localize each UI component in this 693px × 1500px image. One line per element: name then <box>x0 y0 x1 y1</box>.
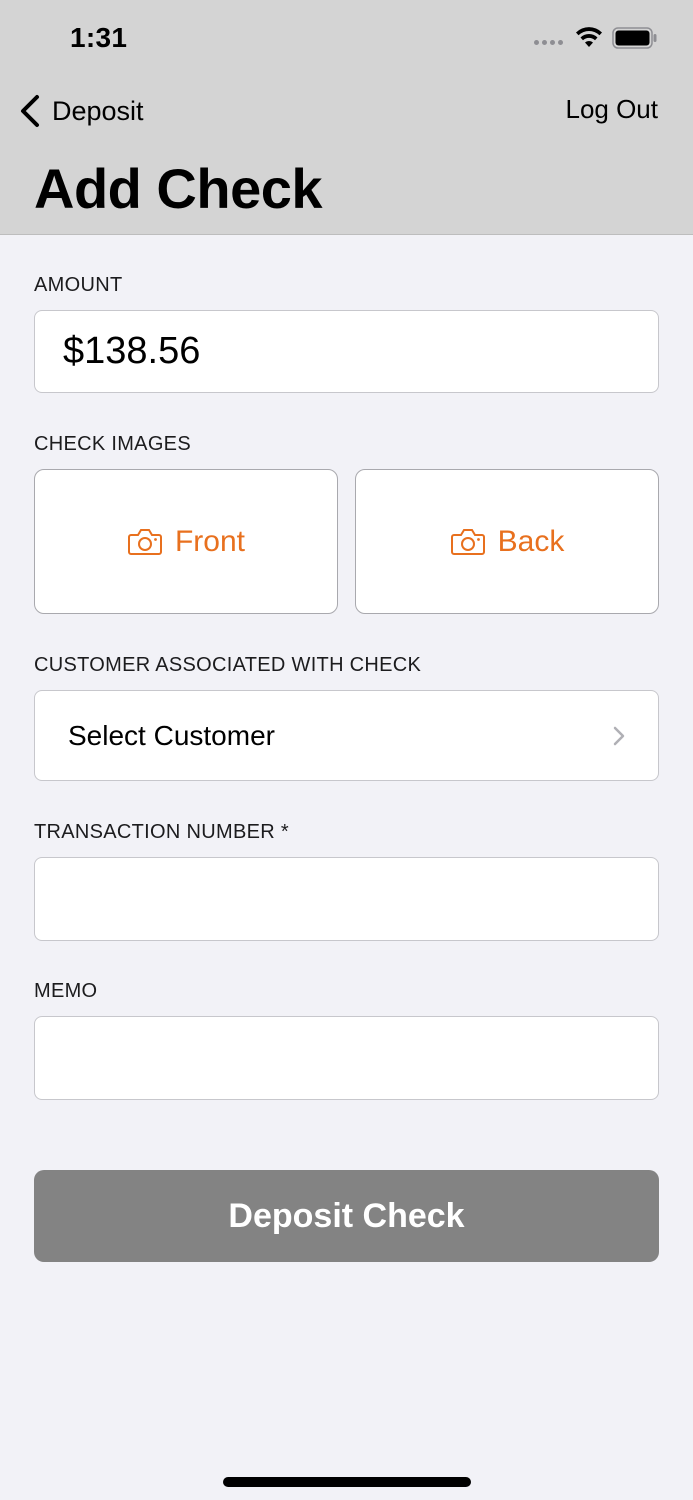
transaction-number-input[interactable] <box>35 858 658 940</box>
status-time: 1:31 <box>70 22 128 53</box>
transaction-number-container <box>34 857 659 941</box>
cellular-signal-icon <box>534 40 564 48</box>
navigation-header: 1:31 Deposit Log Out Add Check <box>0 0 693 235</box>
camera-icon <box>127 528 162 555</box>
chevron-right-icon <box>613 726 625 745</box>
memo-container <box>34 1016 659 1100</box>
customer-label: CUSTOMER ASSOCIATED WITH CHECK <box>34 654 422 676</box>
camera-icon <box>450 528 485 555</box>
amount-label: AMOUNT <box>34 274 123 296</box>
home-indicator <box>223 1477 471 1487</box>
front-image-button[interactable]: Front <box>34 469 338 614</box>
back-image-button[interactable]: Back <box>355 469 659 614</box>
add-check-screen: 1:31 Deposit Log Out Add Check AMOUNT CH… <box>0 0 693 1500</box>
back-button[interactable]: Deposit <box>18 90 144 132</box>
memo-input[interactable] <box>35 1017 658 1099</box>
page-title: Add Check <box>34 157 323 220</box>
select-customer-field[interactable]: Select Customer <box>34 690 659 781</box>
memo-label: MEMO <box>34 980 98 1002</box>
deposit-check-button[interactable]: Deposit Check <box>34 1170 659 1262</box>
battery-icon <box>612 27 657 49</box>
front-label: Front <box>174 524 246 558</box>
transaction-number-label: TRANSACTION NUMBER * <box>34 821 289 843</box>
wifi-icon <box>576 27 602 47</box>
chevron-left-icon <box>21 95 39 127</box>
back-label-text: Back <box>497 524 565 558</box>
amount-field-container <box>34 310 659 393</box>
amount-input[interactable] <box>35 311 658 392</box>
back-label: Deposit <box>52 95 144 126</box>
check-images-label: CHECK IMAGES <box>34 433 191 455</box>
logout-button[interactable]: Log Out <box>565 94 658 125</box>
select-customer-text: Select Customer <box>68 719 275 751</box>
